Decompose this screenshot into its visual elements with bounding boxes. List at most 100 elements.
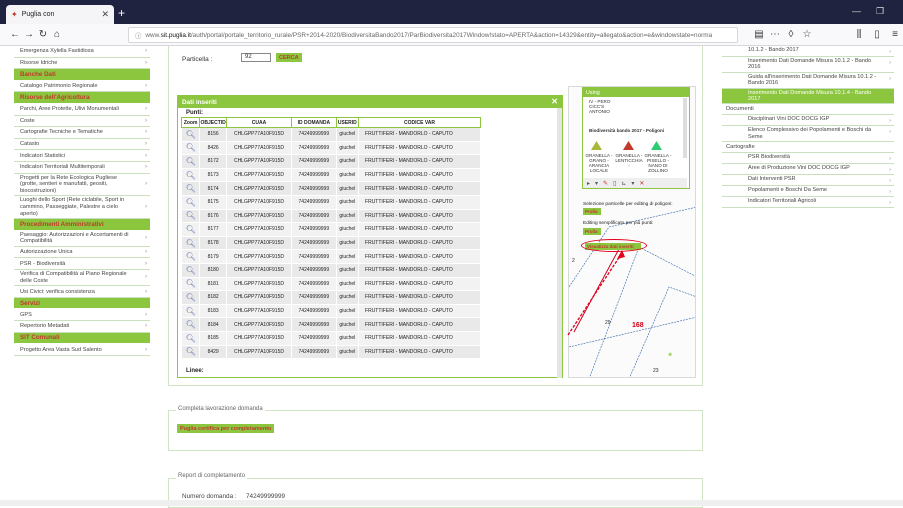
table-cell: CHLGPP77A10F915D xyxy=(225,222,292,237)
sidebar-item[interactable]: Cartografie Tecniche e Tematiche › xyxy=(14,127,150,139)
column-header[interactable]: USERID xyxy=(335,117,360,128)
rightbar-item[interactable]: PSR Biodiversità › xyxy=(722,153,894,165)
zoom-icon[interactable]: 🔍︎ xyxy=(180,140,201,156)
zoom-icon[interactable]: 🔍︎ xyxy=(180,154,201,169)
sidebar-item[interactable]: PSR - Biodiversità › xyxy=(14,258,150,271)
table-cell: CHLGPP77A10F915D xyxy=(225,317,292,332)
dialog-titlebar[interactable]: Dati inseriti ✕ xyxy=(178,96,562,108)
pencil-icon[interactable]: ✎ xyxy=(603,180,608,187)
column-header[interactable]: ID DOMANDA xyxy=(290,117,337,128)
rightbar-item[interactable]: Guida all'inserimento Dati Domande Misur… xyxy=(722,72,894,89)
zoom-icon[interactable]: 🔍︎ xyxy=(180,194,201,210)
sidebar-item-label: Indicatori Statistici xyxy=(20,152,66,159)
dropdown2-icon[interactable]: ▾ xyxy=(631,180,634,187)
close-tab-icon[interactable]: ✕ xyxy=(101,9,109,20)
zoom-icon[interactable]: 🔍︎ xyxy=(180,317,201,332)
table-cell: 8177 xyxy=(199,222,227,237)
table-cell: giuchel xyxy=(335,290,360,305)
selezione-button[interactable]: Prulla xyxy=(583,208,601,216)
sidebar-item[interactable]: Usi Civici: verifica consistenza › xyxy=(14,286,150,298)
zoom-icon[interactable]: 🔍︎ xyxy=(180,276,201,292)
rightbar-item[interactable]: Aree di Produzione Vini DOC DOCG IGP › xyxy=(722,164,894,176)
completa-button[interactable]: Puglia certifica per completamento xyxy=(177,424,275,433)
zoom-icon[interactable]: 🔍︎ xyxy=(180,127,201,142)
pocket-icon[interactable]: ◊ xyxy=(784,29,798,40)
sidebar-item[interactable]: Repertorio Metadati › xyxy=(14,321,150,333)
rightbar-item[interactable]: 10.1.2 - Bando 2017 › xyxy=(722,46,894,57)
rightbar-item[interactable]: Elenco Complessivo dei Popolamenti e Bos… xyxy=(722,126,894,143)
column-header[interactable]: OBJECTID xyxy=(199,117,227,128)
sidebar-item[interactable]: Coste › xyxy=(14,115,150,128)
new-tab-icon[interactable]: + xyxy=(118,6,125,20)
legend-scrollbar[interactable] xyxy=(683,98,687,158)
minimize-icon[interactable]: — xyxy=(852,6,861,16)
library-icon[interactable]: ⫼ xyxy=(852,29,866,40)
maximize-icon[interactable]: ❐ xyxy=(876,6,884,17)
zoom-icon[interactable]: 🔍︎ xyxy=(180,235,201,251)
rightbar-item[interactable]: Popolamenti e Boschi Da Seme › xyxy=(722,186,894,198)
sidebar-item[interactable]: Indicatori Territoriali Multitemporali › xyxy=(14,161,150,174)
sidebar-item[interactable]: Indicatori Statistici › xyxy=(14,150,150,162)
rightbar-item[interactable]: Dati Interventi PSR › xyxy=(722,175,894,187)
zoom-icon[interactable]: 🔍︎ xyxy=(180,330,201,346)
zoom-icon[interactable]: 🔍︎ xyxy=(180,208,201,224)
sidebar-item[interactable]: Catalogo Patrimonio Regionale › xyxy=(14,80,150,93)
sidebar-item[interactable]: Luoghi dello Sport (Rete ciclabile, Spor… xyxy=(14,196,150,220)
url-bar[interactable]: ⓘ www. sit.puglia.it/auth/portal/portale_… xyxy=(128,27,738,43)
sidebar-item[interactable]: Progetti per la Rete Ecologica Pugliese … xyxy=(14,173,150,197)
table-cell: CHLGPP77A10F915D xyxy=(225,276,292,292)
particella-input[interactable]: 92 xyxy=(241,53,271,62)
zoom-icon[interactable]: 🔍︎ xyxy=(180,222,201,237)
sidebar-toggle-icon[interactable]: ▯ xyxy=(870,29,884,40)
table-row: 🔍︎ 8426 CHLGPP77A10F915D 74249999999 giuchel… xyxy=(180,140,481,156)
table-cell: CHLGPP77A10F915D xyxy=(225,249,292,264)
more-icon[interactable]: ⋯ xyxy=(768,29,782,40)
browser-tab[interactable]: ✦ Puglia con ✕ xyxy=(6,5,114,24)
rightbar-item[interactable]: Disciplinari Vini DOC DOCG IGP › xyxy=(722,115,894,127)
zoom-icon[interactable]: 🔍︎ xyxy=(180,181,201,196)
column-header[interactable]: CUAA xyxy=(225,117,292,128)
zoom-icon[interactable]: 🔍︎ xyxy=(180,344,201,360)
zoom-icon[interactable]: 🔍︎ xyxy=(180,303,201,319)
play-icon[interactable]: ▸ xyxy=(587,180,590,187)
sidebar-item[interactable]: Paesaggio: Autorizzazioni e Accertamenti… xyxy=(14,230,150,247)
sidebar-item[interactable]: Emergenza Xylella Fastidiosa › xyxy=(14,46,150,58)
rightbar-item[interactable]: Indicatori Territoriali Agricoli › xyxy=(722,197,894,209)
column-header[interactable]: CODICE VAR xyxy=(358,117,481,128)
dialog-scrollbar[interactable] xyxy=(557,108,562,378)
chart-icon[interactable]: ⊾ xyxy=(621,180,626,187)
cerca-button[interactable]: CERCA xyxy=(276,53,302,62)
forward-icon[interactable]: → xyxy=(22,29,36,40)
zoom-icon[interactable]: 🔍︎ xyxy=(180,167,201,183)
back-icon[interactable]: ← xyxy=(8,29,22,40)
reader-icon[interactable]: ▤ xyxy=(752,29,766,40)
page-icon[interactable]: ▯ xyxy=(613,180,616,187)
sidebar-item[interactable]: Parchi, Aree Protette, Ulivi Monumentali… xyxy=(14,103,150,116)
sidebar-item[interactable]: Risorse Idriche › xyxy=(14,57,150,70)
menu-icon[interactable]: ≡ xyxy=(888,29,902,40)
table-cell: giuchel xyxy=(335,154,360,169)
chevron-right-icon: › xyxy=(145,129,147,136)
rightbar-item[interactable]: Inserimento Dati Domande Misura 10.1.2 -… xyxy=(722,57,894,73)
sidebar-item[interactable]: Autorizzazione Unica › xyxy=(14,246,150,259)
sidebar-item[interactable]: Verifica di Compatibilità al Piano Regio… xyxy=(14,270,150,287)
reload-icon[interactable]: ↻ xyxy=(36,29,50,40)
delete-icon[interactable]: ✕ xyxy=(639,180,644,187)
bookmark-star-icon[interactable]: ☆ xyxy=(800,29,814,40)
home-icon[interactable]: ⌂ xyxy=(50,29,64,40)
status-bar xyxy=(0,500,903,506)
zoom-icon[interactable]: 🔍︎ xyxy=(180,249,201,264)
table-cell: giuchel xyxy=(335,344,360,360)
editing-button[interactable]: Prulla xyxy=(583,227,601,235)
sidebar-item[interactable]: Catasto › xyxy=(14,138,150,151)
sidebar-section-header: SIT Comunali xyxy=(14,332,150,345)
dropdown-icon[interactable]: ▾ xyxy=(595,180,598,187)
dialog-close-icon[interactable]: ✕ xyxy=(551,97,558,106)
zoom-icon[interactable]: 🔍︎ xyxy=(180,290,201,305)
rightbar-item[interactable]: Inserimento Dati Domande Misura 10.1.4 -… xyxy=(722,88,894,105)
column-header[interactable]: Zoom xyxy=(180,117,201,128)
rightbar-item-label: Indicatori Territoriali Agricoli xyxy=(748,198,816,205)
sidebar-item[interactable]: Progetto Area Vasta Sud Salento › xyxy=(14,344,150,356)
zoom-icon[interactable]: 🔍︎ xyxy=(180,262,201,278)
sidebar-item[interactable]: GPS › xyxy=(14,309,150,322)
